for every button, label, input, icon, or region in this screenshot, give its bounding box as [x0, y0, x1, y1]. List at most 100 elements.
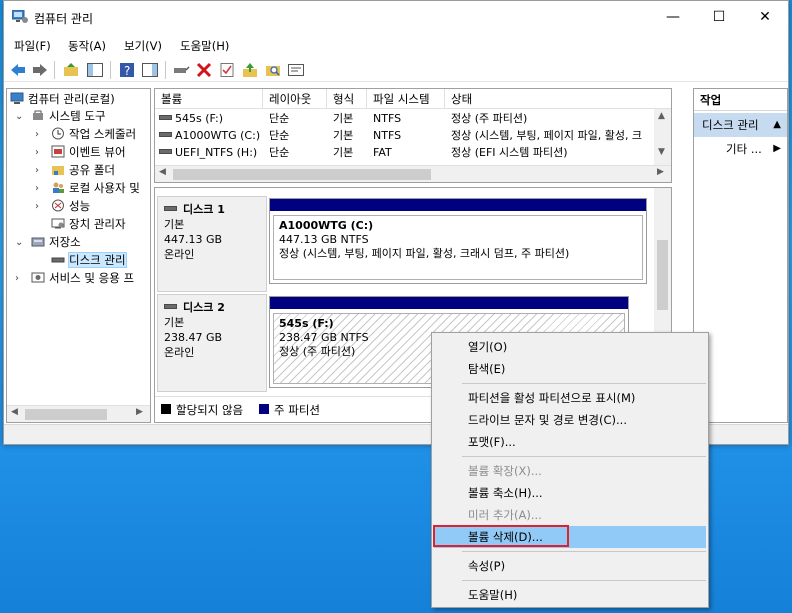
menu-separator: [462, 383, 706, 384]
chevron-right-icon[interactable]: ›: [35, 198, 39, 215]
menu-item-open[interactable]: 열기(O): [434, 336, 706, 358]
disk-icon: [164, 304, 177, 309]
legend-unallocated: 할당되지 않음: [176, 403, 244, 417]
properties-check-icon[interactable]: [218, 61, 236, 79]
upload-folder-icon[interactable]: [241, 61, 259, 79]
column-header-layout[interactable]: 레이아웃: [263, 89, 327, 109]
tree-node-services-apps[interactable]: › 서비스 및 응용 프: [15, 270, 134, 287]
shared-folder-icon: [52, 166, 64, 175]
partition-c[interactable]: A1000WTG (C:) 447.13 GB NTFS 정상 (시스템, 부팅…: [269, 198, 647, 284]
chevron-down-icon[interactable]: ⌄: [15, 108, 23, 125]
table-row[interactable]: 545s (F:) 단순 기본 NTFS 정상 (주 파티션): [155, 110, 671, 127]
tree-node-local-users[interactable]: › 로컬 사용자 및: [35, 180, 140, 197]
scroll-right-arrow-icon[interactable]: ▶: [136, 407, 143, 417]
menu-item-help[interactable]: 도움말(H): [434, 584, 706, 606]
show-hide-tree-icon[interactable]: [86, 61, 104, 79]
menu-help[interactable]: 도움말(H): [180, 38, 229, 54]
computer-icon: [10, 92, 24, 104]
menu-item-explore[interactable]: 탐색(E): [434, 358, 706, 380]
users-icon: [53, 182, 64, 193]
chevron-right-icon[interactable]: ›: [15, 270, 19, 287]
disk-2-label[interactable]: 디스크 2 기본 238.47 GB 온라인: [157, 294, 267, 392]
show-hide-action-pane-icon[interactable]: [141, 61, 159, 79]
volume-list-vertical-scrollbar[interactable]: ▲ ▼: [654, 109, 671, 165]
forward-arrow-icon[interactable]: [31, 61, 49, 79]
volume-list-horizontal-scrollbar[interactable]: ◀ ▶: [155, 165, 671, 182]
column-header-type[interactable]: 형식: [327, 89, 367, 109]
maximize-button[interactable]: ☐: [696, 1, 742, 34]
scroll-right-arrow-icon[interactable]: ▶: [657, 167, 664, 177]
up-folder-icon[interactable]: [62, 61, 80, 79]
action-section-disk-management[interactable]: 디스크 관리 ▲: [694, 113, 787, 137]
menu-view[interactable]: 보기(V): [124, 38, 162, 54]
event-log-icon: [51, 145, 65, 158]
search-folder-icon[interactable]: [264, 61, 282, 79]
legend-swatch-unallocated: [161, 404, 171, 414]
tree-horizontal-scrollbar[interactable]: ◀ ▶: [7, 405, 150, 422]
delete-x-icon[interactable]: [195, 61, 213, 79]
toolbar-separator: [110, 61, 111, 79]
menu-action[interactable]: 동작(A): [68, 38, 106, 54]
chevron-right-icon[interactable]: ›: [35, 144, 39, 161]
volume-list-header: 볼륨 레이아웃 형식 파일 시스템 상태: [155, 89, 671, 109]
table-row[interactable]: UEFI_NTFS (H:) 단순 기본 FAT 정상 (EFI 시스템 파티션…: [155, 144, 671, 161]
menu-item-mark-active[interactable]: 파티션을 활성 파티션으로 표시(M): [434, 387, 706, 409]
scroll-up-arrow-icon[interactable]: ▲: [658, 111, 665, 121]
scrollbar-thumb[interactable]: [25, 409, 107, 420]
navigation-tree: 컴퓨터 관리(로컬) ⌄ 시스템 도구 › 작업 스케줄러 › 이벤트 뷰어 ›…: [6, 88, 151, 423]
tree-node-shared-folders[interactable]: › 공유 폴더: [35, 162, 115, 179]
tree-node-root[interactable]: 컴퓨터 관리(로컬): [10, 91, 115, 108]
primary-partition-bar: [270, 199, 646, 211]
chevron-right-icon[interactable]: ›: [35, 162, 39, 179]
menu-item-change-drive-letter[interactable]: 드라이브 문자 및 경로 변경(C)...: [434, 409, 706, 431]
menu-file[interactable]: 파일(F): [14, 38, 51, 54]
scroll-left-arrow-icon[interactable]: ◀: [11, 407, 18, 417]
column-header-filesystem[interactable]: 파일 시스템: [367, 89, 445, 109]
chevron-right-icon[interactable]: ›: [35, 180, 39, 197]
tree-node-task-scheduler[interactable]: › 작업 스케줄러: [35, 126, 136, 143]
highlight-box-delete-volume: [433, 525, 569, 547]
volume-list: 볼륨 레이아웃 형식 파일 시스템 상태 545s (F:) 단순 기본 NTF…: [154, 88, 672, 183]
tree-node-system-tools[interactable]: ⌄ 시스템 도구: [15, 108, 106, 125]
volume-icon: [159, 132, 172, 137]
chevron-right-icon[interactable]: ›: [35, 126, 39, 143]
close-button[interactable]: ✕: [742, 1, 788, 34]
scrollbar-thumb[interactable]: [173, 169, 431, 180]
scrollbar-thumb[interactable]: [657, 240, 668, 310]
help-icon[interactable]: ?: [118, 61, 136, 79]
action-pane-header: 작업: [694, 89, 787, 111]
console-icon[interactable]: [287, 61, 305, 79]
submenu-arrow-icon: ▶: [773, 143, 781, 154]
tools-icon: [33, 110, 43, 120]
minimize-button[interactable]: —: [650, 1, 696, 34]
table-row[interactable]: A1000WTG (C:) 단순 기본 NTFS 정상 (시스템, 부팅, 페이…: [155, 127, 671, 144]
scroll-down-arrow-icon[interactable]: ▼: [658, 147, 665, 157]
window-title: 컴퓨터 관리: [34, 12, 94, 26]
column-header-status[interactable]: 상태: [445, 89, 671, 109]
tree-node-device-manager[interactable]: 장치 관리자: [51, 216, 126, 233]
disk-icon: [51, 257, 65, 263]
tree-node-performance[interactable]: › 성능: [35, 198, 90, 215]
computer-management-icon: [12, 10, 28, 23]
action-more[interactable]: 기타 ... ▶: [694, 137, 787, 161]
tree-node-storage[interactable]: ⌄ 저장소: [15, 234, 81, 251]
menu-item-format[interactable]: 포맷(F)...: [434, 431, 706, 453]
partition-c-details[interactable]: A1000WTG (C:) 447.13 GB NTFS 정상 (시스템, 부팅…: [273, 215, 643, 280]
tree-node-event-viewer[interactable]: › 이벤트 뷰어: [35, 144, 126, 161]
connect-icon[interactable]: [172, 61, 190, 79]
collapse-arrow-icon[interactable]: ▲: [773, 113, 781, 137]
chevron-down-icon[interactable]: ⌄: [15, 234, 23, 251]
menu-bar: 파일(F) 동작(A) 보기(V) 도움말(H): [4, 34, 788, 56]
column-header-volume[interactable]: 볼륨: [155, 89, 263, 109]
performance-icon: [52, 199, 64, 212]
disk-icon: [164, 206, 177, 211]
disk-1-label[interactable]: 디스크 1 기본 447.13 GB 온라인: [157, 196, 267, 292]
menu-separator: [462, 580, 706, 581]
menu-item-properties[interactable]: 속성(P): [434, 555, 706, 577]
menu-item-shrink-volume[interactable]: 볼륨 축소(H)...: [434, 482, 706, 504]
services-icon: [31, 272, 45, 283]
context-menu: 열기(O) 탐색(E) 파티션을 활성 파티션으로 표시(M) 드라이브 문자 …: [431, 332, 709, 608]
back-arrow-icon[interactable]: [9, 61, 27, 79]
scroll-left-arrow-icon[interactable]: ◀: [159, 167, 166, 177]
tree-node-disk-management[interactable]: 디스크 관리: [51, 252, 127, 269]
